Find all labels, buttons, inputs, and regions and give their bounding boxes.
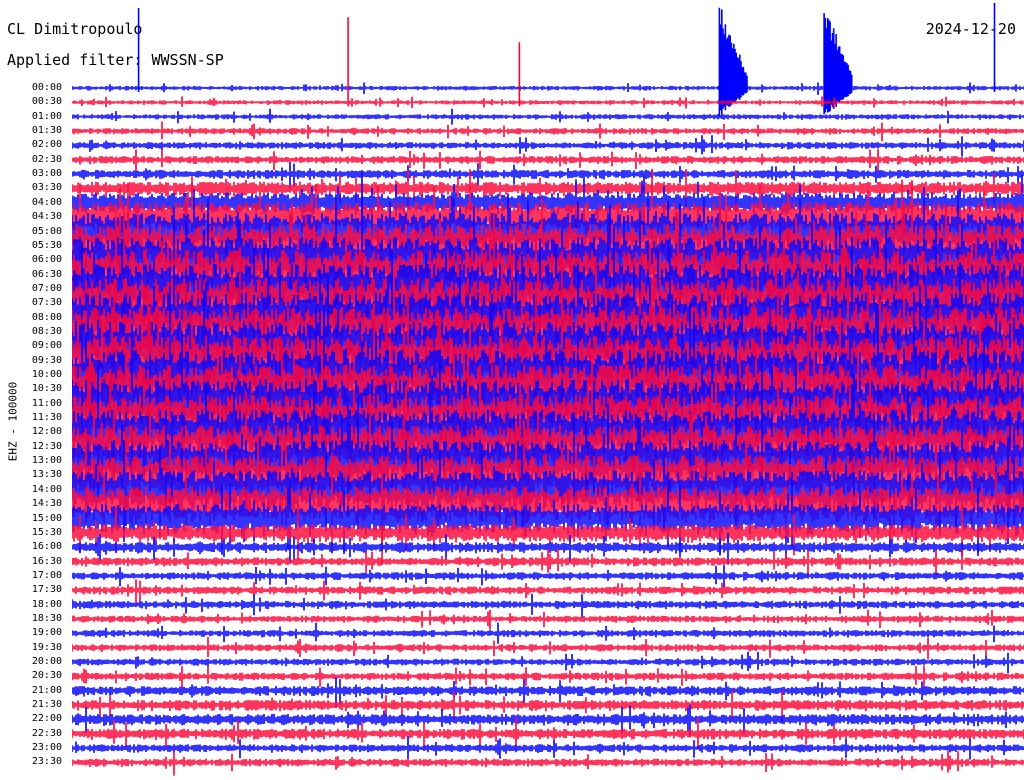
hour-label: 06:00 bbox=[31, 254, 62, 266]
hour-label: 00:00 bbox=[31, 82, 62, 93]
hour-label: 03:30 bbox=[31, 182, 62, 194]
hour-label: 04:30 bbox=[31, 211, 62, 223]
hour-label: 07:30 bbox=[31, 297, 62, 309]
hour-label: 09:00 bbox=[31, 340, 62, 352]
trace-row bbox=[72, 636, 1024, 660]
hour-label: 19:00 bbox=[31, 627, 62, 639]
trace-row bbox=[72, 579, 1024, 604]
trace-row bbox=[72, 548, 1024, 576]
hour-label: 23:30 bbox=[31, 756, 62, 768]
hour-label: 22:30 bbox=[31, 727, 62, 739]
hour-label: 02:30 bbox=[31, 153, 62, 165]
trace-row bbox=[72, 735, 1024, 760]
trace-row bbox=[72, 622, 1024, 644]
hour-label: 12:00 bbox=[31, 426, 62, 438]
hour-label: 04:00 bbox=[31, 196, 62, 208]
trace-row bbox=[72, 149, 1024, 172]
hour-label: 14:30 bbox=[31, 498, 62, 510]
hour-label: 22:00 bbox=[31, 713, 62, 725]
hour-label: 15:30 bbox=[31, 526, 62, 538]
hour-label: 14:00 bbox=[31, 483, 62, 495]
hour-label: 05:00 bbox=[31, 225, 62, 237]
trace-row bbox=[72, 593, 1024, 618]
trace-row bbox=[72, 609, 1024, 630]
trace-row bbox=[72, 751, 1024, 776]
hour-label: 19:30 bbox=[31, 641, 62, 653]
hour-label: 02:00 bbox=[31, 139, 62, 151]
hour-label: 11:30 bbox=[31, 412, 62, 424]
hour-label: 03:00 bbox=[31, 168, 62, 180]
hour-label: 07:00 bbox=[31, 282, 62, 294]
hour-label: 08:30 bbox=[31, 325, 62, 337]
hour-label: 18:30 bbox=[31, 612, 62, 624]
hour-label: 21:30 bbox=[31, 699, 62, 711]
hour-label: 13:30 bbox=[31, 469, 62, 481]
trace-row bbox=[72, 17, 1024, 109]
hour-labels: 00:00 00:30 01:00 01:30 02:00 02:30 03:00 03:30… bbox=[0, 0, 72, 780]
hour-label: 12:30 bbox=[31, 440, 62, 452]
hour-label: 21:00 bbox=[31, 684, 62, 696]
hour-label: 20:30 bbox=[31, 670, 62, 682]
hour-label: 23:00 bbox=[31, 742, 62, 754]
trace-row bbox=[72, 121, 1024, 142]
hour-label: 01:30 bbox=[31, 125, 62, 137]
hour-label: 01:00 bbox=[31, 110, 62, 122]
trace-row bbox=[72, 651, 1024, 674]
hour-label: 06:30 bbox=[31, 268, 62, 280]
hour-label: 20:00 bbox=[31, 656, 62, 667]
hour-label: 16:00 bbox=[31, 541, 62, 553]
hour-label: 00:30 bbox=[31, 96, 62, 108]
hour-label: 18:00 bbox=[31, 598, 62, 610]
hour-label: 17:30 bbox=[31, 584, 62, 596]
helicorder-plot bbox=[72, 3, 1024, 776]
hour-label: 10:30 bbox=[31, 383, 62, 395]
hour-label: 11:00 bbox=[31, 397, 62, 409]
hour-label: 16:30 bbox=[31, 555, 62, 567]
trace-row bbox=[72, 108, 1024, 125]
hour-label: 15:00 bbox=[31, 512, 62, 524]
hour-label: 13:00 bbox=[31, 455, 62, 467]
hour-label: 09:30 bbox=[31, 354, 62, 366]
hour-label: 10:00 bbox=[31, 369, 62, 380]
hour-label: 08:00 bbox=[31, 311, 62, 323]
hour-label: 17:00 bbox=[31, 569, 62, 581]
hour-label: 05:30 bbox=[31, 239, 62, 251]
